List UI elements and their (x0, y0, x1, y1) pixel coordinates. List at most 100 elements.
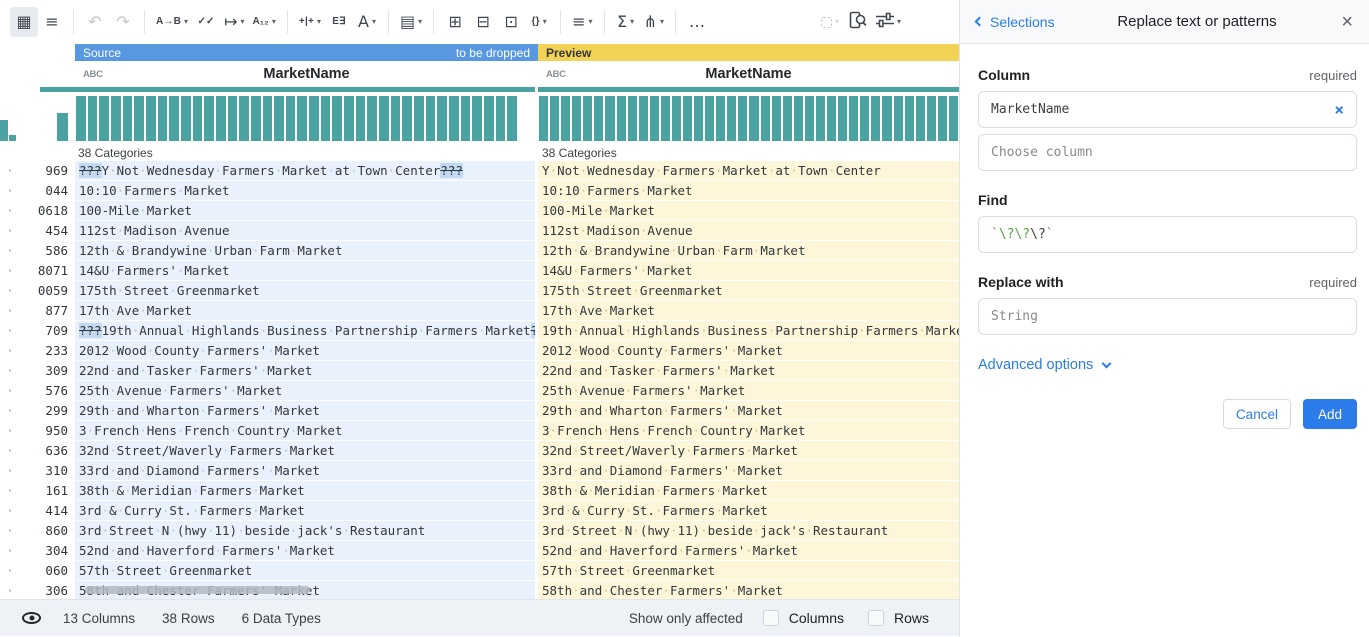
source-cell[interactable]: 57th·Street·Greenmarket (75, 561, 535, 581)
clear-column-icon[interactable]: × (1334, 100, 1344, 119)
numeric-cell[interactable]: 0618 (20, 201, 75, 221)
source-histogram-bar[interactable] (461, 96, 471, 141)
numeric-cell[interactable]: 969 (20, 161, 75, 181)
sort-rank-button[interactable]: A₁₂▾ (248, 7, 279, 37)
close-icon[interactable]: × (1339, 12, 1355, 32)
numeric-cell[interactable]: 709 (20, 321, 75, 341)
source-histogram-bar[interactable] (496, 96, 506, 141)
preview-histogram-bar[interactable] (705, 96, 714, 141)
advanced-options-toggle[interactable]: Advanced options (978, 357, 1357, 373)
source-histogram-bar[interactable] (158, 96, 168, 141)
preview-histogram-bar[interactable] (860, 96, 869, 141)
left-histogram-bar[interactable] (0, 120, 8, 141)
preview-cell[interactable]: 33rd·and·Diamond·Farmers'·Market (538, 461, 959, 481)
preview-histogram-bar[interactable] (816, 96, 825, 141)
source-histogram-bar[interactable] (344, 96, 354, 141)
horizontal-scrollbar[interactable] (85, 586, 310, 594)
source-histogram-bar[interactable] (99, 96, 109, 141)
join-button[interactable]: ⋔▾ (640, 7, 668, 37)
split-column-button[interactable]: +|+▾ (295, 7, 325, 37)
row-marker[interactable]: · (0, 181, 20, 201)
source-histogram-bar[interactable] (391, 96, 401, 141)
preview-histogram-bar[interactable] (694, 96, 703, 141)
source-histogram-bar[interactable] (134, 96, 144, 141)
row-marker[interactable]: · (0, 521, 20, 541)
preview-cell[interactable]: 17th·Ave·Market (538, 301, 959, 321)
preview-cell[interactable]: Y·Not·Wednesday·Farmers·Market·at·Town·C… (538, 161, 959, 181)
source-cell[interactable]: 22nd·and·Tasker·Farmers'·Market (75, 361, 535, 381)
source-cell[interactable]: 25th·Avenue·Farmers'·Market (75, 381, 535, 401)
preview-histogram-bar[interactable] (683, 96, 692, 141)
pivot-button[interactable]: ⊞ (441, 7, 469, 37)
preview-histogram-bar[interactable] (938, 96, 947, 141)
row-marker[interactable]: · (0, 241, 20, 261)
source-cell[interactable]: 33rd·and·Diamond·Farmers'·Market (75, 461, 535, 481)
source-histogram-bar[interactable] (286, 96, 296, 141)
source-histogram-bar[interactable] (88, 96, 98, 141)
view-grid-button[interactable]: ▦ (10, 7, 38, 37)
numeric-cell[interactable]: 576 (20, 381, 75, 401)
source-column-header[interactable]: ABC MarketName (75, 61, 538, 87)
format-text-button[interactable]: A▾ (353, 7, 381, 37)
standardize-values-button[interactable]: ✓✓ (192, 7, 220, 37)
rows-checkbox[interactable] (868, 610, 884, 626)
source-histogram-bar[interactable] (297, 96, 307, 141)
replace-values-button[interactable]: A→B▾ (152, 7, 192, 37)
preview-histogram-bar[interactable] (572, 96, 581, 141)
preview-cell[interactable]: 57th·Street·Greenmarket (538, 561, 959, 581)
source-histogram-bar[interactable] (263, 96, 273, 141)
merge-columns-button[interactable]: E∃ (325, 7, 353, 37)
source-cell[interactable]: 2012·Wood·County·Farmers'·Market (75, 341, 535, 361)
preview-histogram[interactable] (538, 92, 959, 144)
preview-histogram-bar[interactable] (749, 96, 758, 141)
preview-histogram-bar[interactable] (738, 96, 747, 141)
numeric-cell[interactable]: 233 (20, 341, 75, 361)
source-cell[interactable]: 3rd·Street·N·(hwy·11)·beside·jack's·Rest… (75, 521, 535, 541)
find-input[interactable]: `\?\?\?` (978, 216, 1357, 253)
source-histogram-bar[interactable] (507, 96, 517, 141)
left-histogram-bar[interactable] (9, 135, 16, 141)
numeric-cell[interactable]: 877 (20, 301, 75, 321)
aggregate-button[interactable]: Σ▾ (612, 7, 640, 37)
source-histogram-bar[interactable] (146, 96, 156, 141)
source-histogram-bar[interactable] (414, 96, 424, 141)
source-histogram-bar[interactable] (402, 96, 412, 141)
preview-cell[interactable]: 52nd·and·Haverford·Farmers'·Market (538, 541, 959, 561)
preview-column-header[interactable]: ABC MarketName (538, 61, 959, 87)
preview-histogram-bar[interactable] (716, 96, 725, 141)
find-in-data-button[interactable] (844, 7, 872, 37)
preview-cell[interactable]: 2012·Wood·County·Farmers'·Market (538, 341, 959, 361)
preview-histogram-bar[interactable] (838, 96, 847, 141)
back-to-selections-link[interactable]: Selections (976, 14, 1055, 30)
preview-histogram-bar[interactable] (727, 96, 736, 141)
source-cell[interactable]: 3rd·&·Curry·St.·Farmers·Market (75, 501, 535, 521)
source-histogram-bar[interactable] (472, 96, 482, 141)
preview-cell[interactable]: 22nd·and·Tasker·Farmers'·Market (538, 361, 959, 381)
source-histogram-bar[interactable] (321, 96, 331, 141)
preview-histogram-bar[interactable] (794, 96, 803, 141)
preview-histogram-bar[interactable] (927, 96, 936, 141)
preview-cell[interactable]: 112st·Madison·Avenue (538, 221, 959, 241)
columns-checkbox[interactable] (763, 610, 779, 626)
row-marker[interactable]: · (0, 561, 20, 581)
cancel-button[interactable]: Cancel (1223, 399, 1291, 429)
source-histogram-bar[interactable] (332, 96, 342, 141)
row-marker[interactable]: · (0, 301, 20, 321)
row-marker[interactable]: · (0, 161, 20, 181)
source-cell[interactable]: 3·French·Hens·French·Country·Market (75, 421, 535, 441)
source-histogram-bar[interactable] (216, 96, 226, 141)
column-value-input[interactable]: MarketName × (978, 91, 1357, 128)
preview-cell[interactable]: 32nd·Street/Waverly·Farmers·Market (538, 441, 959, 461)
numeric-cell[interactable]: 454 (20, 221, 75, 241)
source-histogram-bar[interactable] (239, 96, 249, 141)
source-cell[interactable]: 32nd·Street/Waverly·Farmers·Market (75, 441, 535, 461)
numeric-cell[interactable]: 299 (20, 401, 75, 421)
preview-cell[interactable]: 175th·Street·Greenmarket (538, 281, 959, 301)
source-histogram-bar[interactable] (379, 96, 389, 141)
source-cell[interactable]: 112st·Madison·Avenue (75, 221, 535, 241)
preview-histogram-bar[interactable] (605, 96, 614, 141)
source-cell[interactable]: 17th·Ave·Market (75, 301, 535, 321)
preview-cell[interactable]: 14&U·Farmers'·Market (538, 261, 959, 281)
preview-cell[interactable]: 100-Mile·Market (538, 201, 959, 221)
source-cell[interactable]: ???Y·Not·Wednesday·Farmers·Market·at·Tow… (75, 161, 535, 181)
